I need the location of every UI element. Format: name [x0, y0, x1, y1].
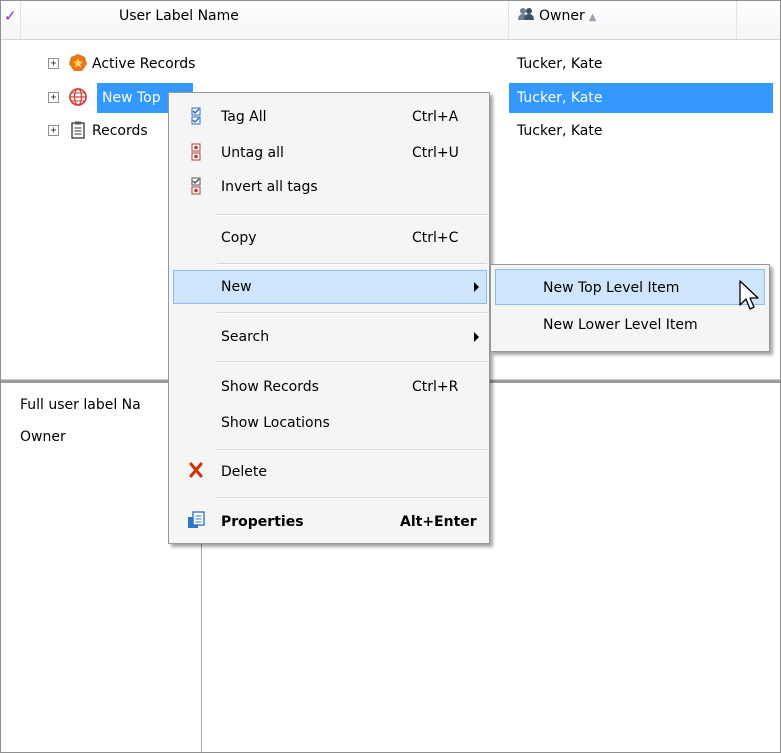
menu-item-show-locations[interactable]: Show Locations [221, 411, 330, 435]
shortcut-label: Ctrl+A [412, 109, 459, 125]
empty-column-header [737, 1, 781, 39]
menu-separator [217, 312, 487, 314]
menu-item-invert-tags[interactable]: Invert all tags [221, 175, 318, 199]
full-name-label: Full user label Na [20, 397, 141, 413]
menu-separator [217, 497, 487, 499]
untag-all-icon [191, 143, 201, 161]
menu-separator [217, 449, 487, 451]
menu-separator [217, 214, 487, 216]
menu-item-new[interactable]: New [221, 275, 252, 299]
delete-x-icon [189, 462, 203, 478]
owner-cell: Tucker, Kate [517, 123, 603, 139]
checkmark-icon: ✓ [4, 7, 17, 25]
active-records-icon [69, 54, 87, 71]
sort-ascending-icon: ▲ [588, 12, 597, 23]
submenu-arrow-icon [474, 332, 479, 342]
menu-separator [217, 361, 487, 363]
new-submenu: New Top Level Item New Lower Level Item [490, 264, 770, 352]
menu-item-show-records[interactable]: Show Records [221, 375, 319, 399]
tree-item-label: New Top [102, 90, 161, 106]
name-column-label: User Label Name [119, 8, 239, 24]
owner-column-header[interactable]: Owner ▲ [509, 1, 737, 39]
records-clipboard-icon [71, 121, 85, 139]
tree-row-active-records[interactable]: + Active Records Tucker, Kate [1, 49, 780, 79]
properties-icon [188, 511, 205, 528]
owner-label: Owner [20, 429, 66, 445]
mouse-pointer-icon [739, 280, 759, 310]
tree-item-label: Records [92, 123, 148, 139]
tag-all-icon [191, 107, 201, 125]
menu-item-tag-all[interactable]: Tag All [221, 105, 267, 129]
shortcut-label: Ctrl+R [412, 379, 459, 395]
menu-item-search[interactable]: Search [221, 325, 269, 349]
expand-toggle-icon[interactable]: + [48, 58, 59, 69]
tag-column-header[interactable]: ✓ [1, 1, 21, 39]
owner-cell: Tucker, Kate [517, 56, 603, 72]
menu-item-untag-all[interactable]: Untag all [221, 141, 284, 165]
owner-column-label: Owner [539, 8, 585, 24]
menu-item-copy[interactable]: Copy [221, 226, 257, 250]
column-header-bar: ✓ User Label Name Owner ▲ [1, 1, 780, 40]
shortcut-label: Ctrl+C [412, 230, 459, 246]
shortcut-label: Alt+Enter [400, 514, 477, 530]
submenu-item-new-top-level[interactable]: New Top Level Item [543, 276, 679, 300]
menu-separator [217, 263, 487, 265]
submenu-arrow-icon [474, 282, 479, 292]
menu-item-properties[interactable]: Properties [221, 510, 304, 534]
users-icon [518, 8, 534, 20]
owner-cell: Tucker, Kate [517, 90, 603, 106]
menu-item-delete[interactable]: Delete [221, 460, 267, 484]
invert-tags-icon [191, 177, 201, 195]
expand-toggle-icon[interactable]: + [48, 92, 59, 103]
expand-toggle-icon[interactable]: + [48, 125, 59, 136]
shortcut-label: Ctrl+U [412, 145, 459, 161]
globe-icon [69, 88, 87, 106]
context-menu: Tag All Ctrl+A Untag all Ctrl+U Invert a… [168, 92, 490, 544]
tree-item-label: Active Records [92, 56, 196, 72]
name-column-header[interactable]: User Label Name [21, 1, 509, 39]
submenu-item-new-lower-level[interactable]: New Lower Level Item [543, 313, 698, 337]
